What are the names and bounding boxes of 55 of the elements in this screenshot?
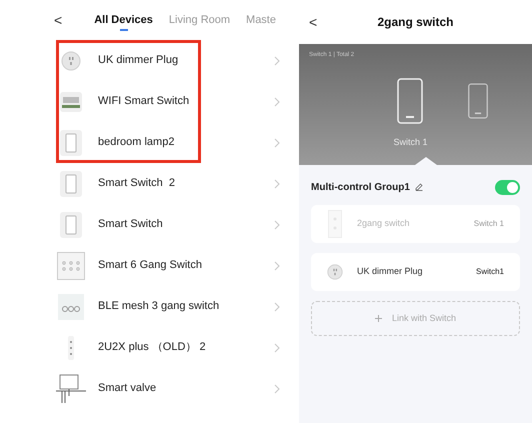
back-button[interactable]: < xyxy=(54,10,62,30)
member-channel: Switch1 xyxy=(476,266,504,278)
member-channel: Switch 1 xyxy=(474,218,504,230)
member-name: 2gang switch xyxy=(357,217,411,230)
device-row[interactable]: Smart valve xyxy=(40,368,296,409)
plug-icon xyxy=(61,50,81,70)
plus-icon xyxy=(374,315,382,322)
device-row[interactable]: Smart 6 Gang Switch xyxy=(40,245,296,286)
page-title: 2gang switch xyxy=(378,14,454,31)
device-name: Smart 6 Gang Switch xyxy=(98,258,203,274)
device-row[interactable]: UK dimmer Plug xyxy=(40,40,296,81)
device-name: Smart Switch xyxy=(98,217,164,232)
remote-icon xyxy=(67,336,75,360)
wall-switch-icon xyxy=(328,210,342,238)
device-row[interactable]: Smart Switch 2 xyxy=(40,163,296,204)
device-row[interactable]: bedroom lamp2 xyxy=(40,122,296,163)
device-name: 2U2X plus （OLD） 2 xyxy=(98,340,207,356)
switch-icon[interactable] xyxy=(397,78,424,124)
device-name: BLE mesh 3 gang switch xyxy=(98,299,220,314)
device-row[interactable]: WIFI Smart Switch xyxy=(40,81,296,122)
device-name: Smart valve xyxy=(98,381,158,396)
chevron-right-icon xyxy=(274,384,280,394)
edit-icon[interactable] xyxy=(414,183,423,191)
device-name: Smart Switch 2 xyxy=(98,176,176,192)
room-tab[interactable]: All Devices xyxy=(94,12,153,28)
wall-switch-icon xyxy=(60,130,82,156)
group-name: Multi-control Group1 xyxy=(311,180,410,194)
member-name: UK dimmer Plug xyxy=(357,265,424,278)
device-row[interactable]: Smart Switch xyxy=(40,204,296,245)
valve-icon xyxy=(56,374,86,404)
device-row[interactable]: BLE mesh 3 gang switch xyxy=(40,286,296,327)
chevron-right-icon xyxy=(274,178,280,188)
wall-switch-icon xyxy=(60,212,82,238)
chevron-right-icon xyxy=(274,260,280,270)
three-gang-panel-icon xyxy=(58,294,84,320)
back-button[interactable]: < xyxy=(309,12,318,32)
chevron-right-icon xyxy=(274,96,280,106)
switch-label: Switch 1 xyxy=(393,136,428,149)
wall-switch-icon xyxy=(60,170,82,196)
device-name: UK dimmer Plug xyxy=(98,53,180,68)
chevron-right-icon xyxy=(274,302,280,312)
pointer-notch xyxy=(415,157,437,165)
device-name: WIFI Smart Switch xyxy=(98,94,190,110)
chevron-right-icon xyxy=(274,56,280,66)
switch-board-icon xyxy=(59,90,83,112)
device-row[interactable]: 2U2X plus （OLD） 2 xyxy=(40,327,296,368)
chevron-right-icon xyxy=(274,138,280,148)
six-gang-panel-icon xyxy=(57,252,85,280)
member-card[interactable]: UK dimmer Plug Switch1 xyxy=(311,253,520,291)
switch-icon[interactable] xyxy=(468,83,488,119)
chevron-right-icon xyxy=(274,342,280,352)
chevron-right-icon xyxy=(274,220,280,230)
group-toggle[interactable] xyxy=(495,180,520,194)
plug-icon xyxy=(327,262,343,282)
device-name: bedroom lamp2 xyxy=(98,135,176,150)
